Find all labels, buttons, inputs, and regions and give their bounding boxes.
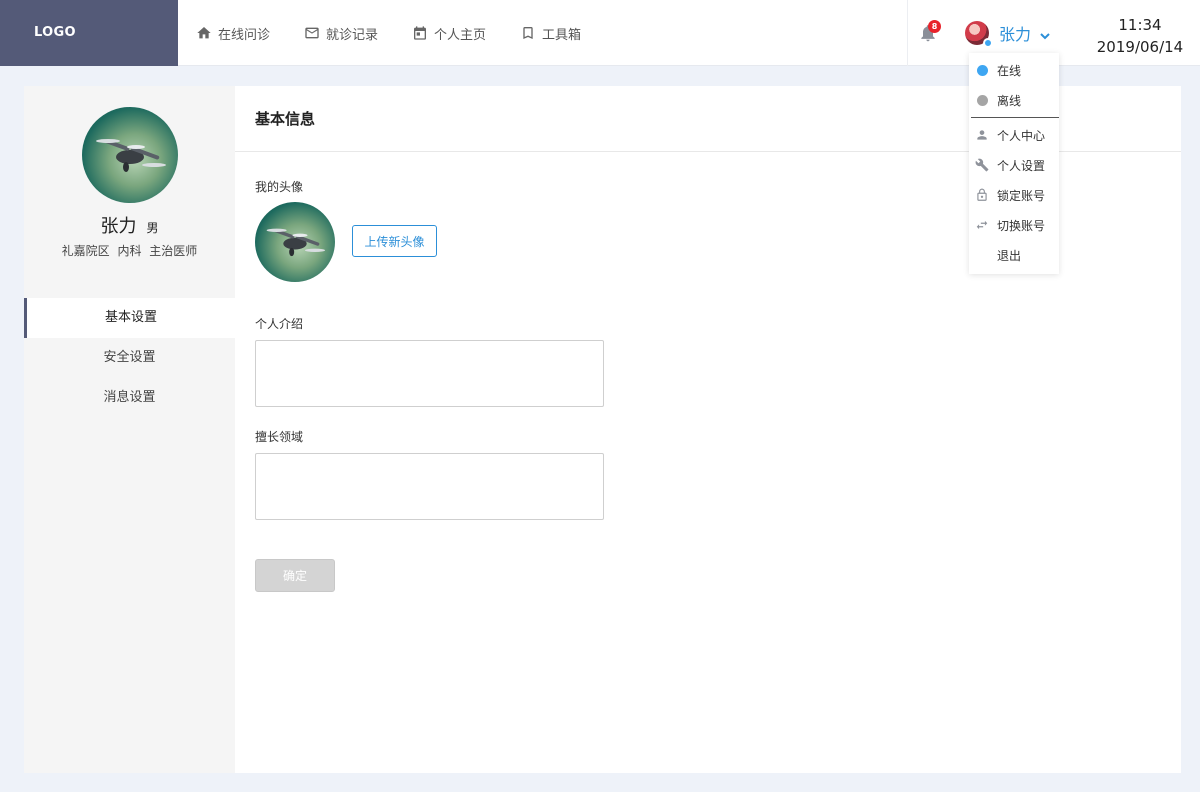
current-avatar: [255, 202, 335, 282]
calendar-icon: [414, 26, 427, 40]
profile-name: 张力: [100, 216, 137, 237]
header-divider: [907, 0, 908, 66]
mail-icon: [305, 27, 319, 39]
menu-label: 个人设置: [997, 158, 1046, 173]
nav-item-toolbox[interactable]: 工具箱: [520, 24, 581, 43]
menu-divider: [971, 117, 1059, 118]
menu-item-personal-center[interactable]: 个人中心: [969, 120, 1059, 150]
menu-label: 离线: [997, 93, 1022, 108]
nav-item-visit-records[interactable]: 就诊记录: [304, 24, 378, 43]
drone-image: [96, 139, 166, 172]
user-name: 张力: [999, 25, 1032, 44]
user-dropdown-menu: 在线 离线 个人中心 个人设置 锁定账号 切换账号 退出: [969, 53, 1059, 274]
profile-name-row: 张力男: [24, 212, 235, 238]
swap-icon: [975, 218, 989, 232]
online-dot-icon: [976, 64, 988, 76]
lock-icon: [975, 188, 989, 202]
menu-label: 锁定账号: [997, 188, 1046, 203]
offline-dot-icon: [976, 94, 988, 106]
menu-item-personal-settings[interactable]: 个人设置: [969, 150, 1059, 180]
profile-avatar: [82, 107, 178, 203]
intro-textarea[interactable]: [255, 340, 604, 407]
menu-item-lock-account[interactable]: 锁定账号: [969, 180, 1059, 210]
profile-gender: 男: [146, 221, 159, 235]
menu-item-switch-account[interactable]: 切换账号: [969, 210, 1059, 240]
menu-item-online[interactable]: 在线: [969, 55, 1059, 85]
expertise-label: 擅长领域: [255, 430, 304, 444]
nav-label: 在线问诊: [218, 27, 271, 43]
sidebar-item-security-settings[interactable]: 安全设置: [24, 338, 235, 378]
nav-label: 个人主页: [434, 27, 487, 43]
bookmark-icon: [523, 27, 533, 39]
expertise-textarea[interactable]: [255, 453, 604, 520]
sidebar-item-basic-settings[interactable]: 基本设置: [24, 298, 235, 338]
main-nav: 在线问诊 就诊记录 个人主页 工具箱: [196, 0, 615, 66]
menu-label: 个人中心: [997, 128, 1046, 143]
clock: 11:34 2019/06/14: [1082, 14, 1198, 58]
notification-button[interactable]: 8: [918, 20, 941, 44]
user-avatar: [965, 21, 993, 48]
upload-avatar-button[interactable]: 上传新头像: [352, 225, 437, 257]
menu-label: 退出: [997, 248, 1022, 263]
sidebar-item-message-settings[interactable]: 消息设置: [24, 378, 235, 418]
nav-label: 工具箱: [542, 27, 582, 43]
menu-label: 在线: [997, 63, 1022, 78]
menu-label: 切换账号: [997, 218, 1046, 233]
profile-meta: 礼嘉院区 内科 主治医师: [61, 244, 198, 258]
clock-date: 2019/06/14: [1096, 38, 1184, 56]
nav-item-online-consult[interactable]: 在线问诊: [196, 24, 270, 43]
chevron-down-icon: [1039, 27, 1051, 40]
clock-time: 11:34: [1118, 16, 1162, 34]
intro-label: 个人介绍: [255, 317, 304, 331]
user-menu-toggle[interactable]: 张力: [965, 18, 1051, 48]
menu-item-logout[interactable]: 退出: [969, 240, 1059, 270]
home-icon: [197, 27, 211, 39]
online-status-dot: [983, 38, 993, 48]
avatar-label: 我的头像: [255, 180, 304, 194]
drone-image: [266, 228, 325, 257]
notification-badge: 8: [928, 20, 941, 33]
confirm-button[interactable]: 确定: [255, 559, 335, 592]
profile-sidebar: 张力男 礼嘉院区 内科 主治医师 基本设置 安全设置 消息设置: [24, 86, 235, 773]
nav-label: 就诊记录: [326, 27, 379, 43]
nav-item-home-page[interactable]: 个人主页: [412, 24, 486, 43]
settings-menu: 基本设置 安全设置 消息设置: [24, 298, 235, 418]
logo[interactable]: LOGO: [0, 0, 178, 66]
menu-item-offline[interactable]: 离线: [969, 85, 1059, 115]
person-icon: [975, 128, 989, 142]
wrench-icon: [975, 158, 989, 172]
